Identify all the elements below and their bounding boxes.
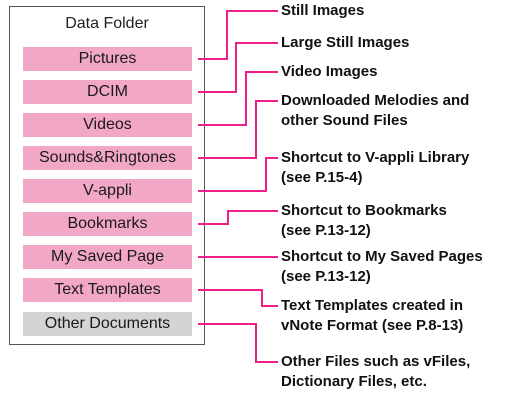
desc-still-images: Still Images: [281, 2, 365, 19]
connector-large-still-images: [198, 42, 278, 93]
desc-v-appli-library: Shortcut to V-appli Library (see P.15-4): [281, 149, 470, 186]
connector-text-templates: [198, 289, 278, 307]
desc-other-files: Other Files such as vFiles, Dictionary F…: [281, 353, 471, 390]
desc-bookmarks: Shortcut to Bookmarks (see P.13-12): [281, 202, 447, 239]
desc-large-still-images: Large Still Images: [281, 34, 410, 51]
desc-text-templates: Text Templates created in vNote Format (…: [281, 297, 464, 334]
desc-my-saved-pages: Shortcut to My Saved Pages (see P.13-12): [281, 248, 483, 285]
connector-bookmarks: [198, 210, 278, 225]
desc-sound-files: Downloaded Melodies and other Sound File…: [281, 92, 470, 129]
data-folder-diagram: Data Folder Pictures DCIM Videos Sounds&…: [0, 0, 530, 396]
connector-video-images: [198, 71, 278, 126]
connector-v-appli-library: [198, 157, 278, 192]
connector-other-files: [198, 323, 278, 363]
connector-lines: [198, 10, 278, 363]
connector-still-images: [198, 10, 278, 60]
connector-sound-files: [198, 100, 278, 159]
desc-video-images: Video Images: [281, 63, 378, 80]
